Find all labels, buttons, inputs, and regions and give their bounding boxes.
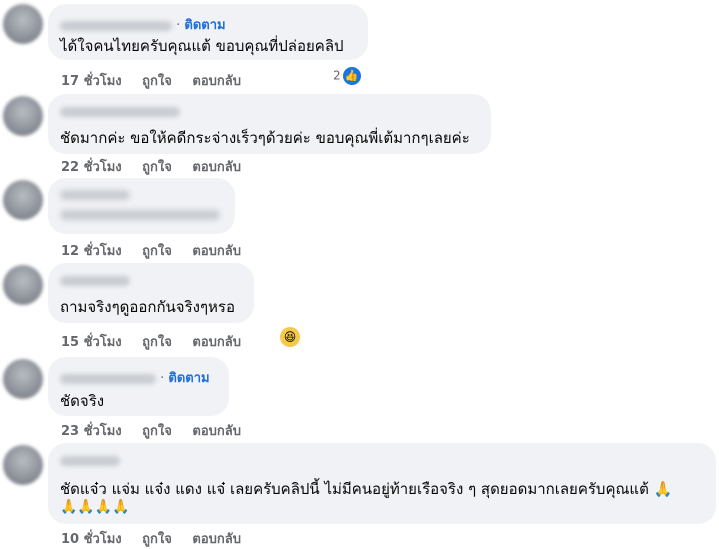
comment-bubble: · ติดตาม ชัดจริง — [48, 357, 229, 416]
author-name[interactable] — [60, 20, 172, 31]
comment-text: ชัดจริง — [60, 392, 105, 410]
comment-actions: 17 ชั่วโมง ถูกใจ ตอบกลับ — [61, 70, 257, 91]
like-button[interactable]: ถูกใจ — [142, 244, 172, 259]
like-icon: 👍 — [342, 67, 361, 85]
timestamp[interactable]: 10 ชั่วโมง — [61, 532, 122, 547]
comment-text: ชัดมากค่ะ ขอให้คดีกระจ่างเร็วๆด้วยค่ะ ขอ… — [60, 129, 470, 147]
timestamp[interactable]: 15 ชั่วโมง — [61, 335, 122, 350]
comment-bubble: · ติดตาม ได้ใจคนไทยครับคุณแต้ ขอบคุณที่ป… — [48, 4, 368, 60]
reply-button[interactable]: ตอบกลับ — [192, 244, 241, 259]
author-line — [60, 104, 180, 119]
comment-bubble: ถามจริงๆดูออกกันจริงๆหรอ — [48, 263, 254, 323]
comment-text: ได้ใจคนไทยครับคุณแต้ ขอบคุณที่ปล่อยคลิป — [60, 37, 344, 55]
avatar[interactable] — [3, 96, 43, 136]
avatar[interactable] — [3, 180, 43, 220]
comment-bubble — [48, 178, 235, 234]
comment-text-line-2: 🙏🙏🙏🙏 — [60, 499, 130, 515]
comment-actions: 23 ชั่วโมง ถูกใจ ตอบกลับ — [61, 420, 257, 441]
blurred-text — [60, 210, 220, 220]
comment-bubble: ชัดแจ๋ว แจ่ม แจ๋ง แดง แจ๋ เลยครับคลิปนี้… — [48, 443, 716, 524]
blurred-author — [60, 190, 130, 200]
reply-button[interactable]: ตอบกลับ — [192, 74, 241, 89]
timestamp[interactable]: 23 ชั่วโมง — [61, 424, 122, 439]
author-line: · ติดตาม — [60, 367, 210, 388]
like-button[interactable]: ถูกใจ — [142, 532, 172, 547]
avatar[interactable] — [3, 445, 43, 485]
comment-actions: 12 ชั่วโมง ถูกใจ ตอบกลับ — [61, 240, 257, 261]
timestamp[interactable]: 22 ชั่วโมง — [61, 160, 122, 175]
reply-button[interactable]: ตอบกลับ — [192, 335, 241, 350]
author-name[interactable] — [60, 275, 130, 286]
avatar[interactable] — [3, 4, 43, 44]
avatar[interactable] — [3, 359, 43, 399]
author-line — [60, 273, 130, 288]
avatar[interactable] — [3, 265, 43, 305]
haha-icon[interactable]: 😆 — [280, 327, 300, 347]
like-button[interactable]: ถูกใจ — [142, 160, 172, 175]
follow-button[interactable]: ติดตาม — [184, 18, 225, 33]
follow-button[interactable]: ติดตาม — [168, 371, 209, 386]
comment-text: ชัดแจ๋ว แจ่ม แจ๋ง แดง แจ๋ เลยครับคลิปนี้… — [60, 480, 673, 498]
like-button[interactable]: ถูกใจ — [142, 335, 172, 350]
author-name[interactable] — [60, 455, 120, 466]
reaction-count: 2 — [333, 68, 341, 83]
comment-actions: 22 ชั่วโมง ถูกใจ ตอบกลับ — [61, 156, 257, 177]
like-button[interactable]: ถูกใจ — [142, 74, 172, 89]
timestamp[interactable]: 12 ชั่วโมง — [61, 244, 122, 259]
reply-button[interactable]: ตอบกลับ — [192, 160, 241, 175]
comment-bubble: ชัดมากค่ะ ขอให้คดีกระจ่างเร็วๆด้วยค่ะ ขอ… — [48, 94, 491, 154]
reply-button[interactable]: ตอบกลับ — [192, 532, 241, 547]
timestamp[interactable]: 17 ชั่วโมง — [61, 74, 122, 89]
author-line: · ติดตาม — [60, 14, 226, 35]
comment-text: ถามจริงๆดูออกกันจริงๆหรอ — [60, 298, 235, 316]
comment-actions: 10 ชั่วโมง ถูกใจ ตอบกลับ — [61, 528, 257, 549]
like-button[interactable]: ถูกใจ — [142, 424, 172, 439]
author-name[interactable] — [60, 373, 156, 384]
comment-actions: 15 ชั่วโมง ถูกใจ ตอบกลับ — [61, 331, 257, 352]
author-name[interactable] — [60, 106, 180, 117]
author-line — [60, 453, 120, 468]
reply-button[interactable]: ตอบกลับ — [192, 424, 241, 439]
reaction-summary[interactable]: 2 👍 — [333, 67, 361, 85]
